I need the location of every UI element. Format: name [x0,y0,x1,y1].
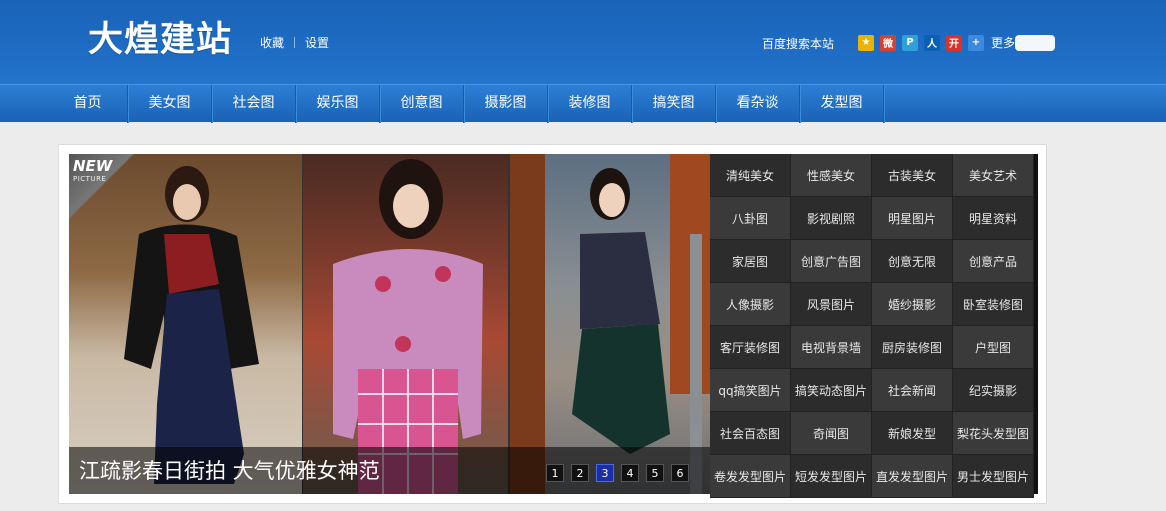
new-picture-badge: NEW PICTURE [69,154,135,220]
category-tag[interactable]: 搞笑动态图片 [791,369,872,412]
category-tag[interactable]: 创意产品 [953,240,1034,283]
nav-item-photography[interactable]: 摄影图 [464,85,548,123]
baidu-search-link[interactable]: 百度搜索本站 [762,35,834,52]
slide-photo-3[interactable] [510,154,710,494]
category-tag[interactable]: 社会新闻 [872,369,953,412]
category-tag[interactable]: 风景图片 [791,283,872,326]
more-plus-icon[interactable]: + [968,34,984,51]
kaixin-icon[interactable]: 开 [946,34,962,51]
nav-item-home[interactable]: 首页 [48,85,128,123]
category-tag[interactable]: 男士发型图片 [953,455,1034,498]
slide-photo-1[interactable]: NEW PICTURE [69,154,302,494]
woman-figure-illustration-2 [333,159,483,494]
category-tag[interactable]: 明星图片 [872,197,953,240]
category-tag[interactable]: 纪实摄影 [953,369,1034,412]
category-tag[interactable]: qq搞笑图片 [710,369,791,412]
weibo-icon[interactable]: 微 [880,34,896,51]
nav-item-beauty[interactable]: 美女图 [128,85,212,123]
renren-icon[interactable]: 人 [924,34,940,51]
category-tag[interactable]: 梨花头发型图 [953,412,1034,455]
main-nav: 首页 美女图 社会图 娱乐图 创意图 摄影图 装修图 搞笑图 看杂谈 发型图 [0,84,1166,123]
badge-sub-text: PICTURE [73,175,107,183]
category-tag[interactable]: 新娘发型 [872,412,953,455]
nav-item-talk[interactable]: 看杂谈 [716,85,800,123]
tencent-weibo-icon[interactable]: P [902,34,918,51]
category-tag[interactable]: 客厅装修图 [710,326,791,369]
featured-box: NEW PICTURE 江疏影春日街拍 大气优雅女神范 1 2 3 4 5 6 … [58,144,1047,504]
nav-item-decoration[interactable]: 装修图 [548,85,632,123]
category-tag[interactable]: 奇闻图 [791,412,872,455]
settings-link[interactable]: 设置 [305,34,329,51]
category-tag[interactable]: 创意广告图 [791,240,872,283]
category-tag[interactable]: 卷发发型图片 [710,455,791,498]
category-tag[interactable]: 厨房装修图 [872,326,953,369]
grid-edge [1034,154,1038,494]
site-logo[interactable]: 大煌建站 [88,18,232,62]
category-tag[interactable]: 婚纱摄影 [872,283,953,326]
nav-item-society[interactable]: 社会图 [212,85,296,123]
pager-dot-1[interactable]: 1 [546,464,564,482]
category-tag[interactable]: 人像摄影 [710,283,791,326]
category-tag[interactable]: 户型图 [953,326,1034,369]
nav-item-funny[interactable]: 搞笑图 [632,85,716,123]
badge-new-text: NEW [73,157,113,175]
category-tag[interactable]: 明星资料 [953,197,1034,240]
category-tag[interactable]: 卧室装修图 [953,283,1034,326]
slide-caption[interactable]: 江疏影春日街拍 大气优雅女神范 [79,455,380,485]
pager-dot-2[interactable]: 2 [571,464,589,482]
category-tag[interactable]: 美女艺术 [953,154,1034,197]
category-tag[interactable]: 清纯美女 [710,154,791,197]
category-tag[interactable]: 短发发型图片 [791,455,872,498]
category-tag-grid: 清纯美女 性感美女 古装美女 美女艺术 八卦图 影视剧照 明星图片 明星资料 家居图 创意广告图创… [710,154,1034,498]
category-tag[interactable]: 创意无限 [872,240,953,283]
category-tag[interactable]: 影视剧照 [791,197,872,240]
category-tag[interactable]: 社会百态图 [710,412,791,455]
category-tag[interactable]: 性感美女 [791,154,872,197]
nav-item-entertainment[interactable]: 娱乐图 [296,85,380,123]
woman-figure-illustration-3 [510,154,710,494]
pager-dot-5[interactable]: 5 [646,464,664,482]
bookmark-link[interactable]: 收藏 [260,34,284,51]
category-tag[interactable]: 八卦图 [710,197,791,240]
category-tag[interactable]: 家居图 [710,240,791,283]
top-links: 收藏 设置 [260,34,329,51]
nav-list: 首页 美女图 社会图 娱乐图 创意图 摄影图 装修图 搞笑图 看杂谈 发型图 [48,85,884,123]
site-header: 大煌建站 收藏 设置 百度搜索本站 ★ 微 P 人 开 + 更多 [0,0,1166,84]
category-tag[interactable]: 直发发型图片 [872,455,953,498]
category-tag[interactable]: 电视背景墙 [791,326,872,369]
pager-dot-6[interactable]: 6 [671,464,689,482]
pager-dot-3-active[interactable]: 3 [596,464,614,482]
category-tag[interactable]: 古装美女 [872,154,953,197]
nav-item-creative[interactable]: 创意图 [380,85,464,123]
qzone-icon[interactable]: ★ [858,34,874,51]
pager-dot-4[interactable]: 4 [621,464,639,482]
slider-pager: 1 2 3 4 5 6 [546,464,696,482]
link-divider [294,37,296,48]
share-more-link[interactable]: 更多 [991,34,1015,51]
caption-bar: 江疏影春日街拍 大气优雅女神范 1 2 3 4 5 6 [69,447,710,494]
slide-photo-2[interactable] [303,154,508,494]
share-count-box [1015,34,1056,51]
image-slider[interactable]: NEW PICTURE 江疏影春日街拍 大气优雅女神范 1 2 3 4 5 6 [69,154,710,494]
nav-item-hairstyle[interactable]: 发型图 [800,85,884,123]
share-bar: ★ 微 P 人 开 + 更多 [858,34,1056,51]
